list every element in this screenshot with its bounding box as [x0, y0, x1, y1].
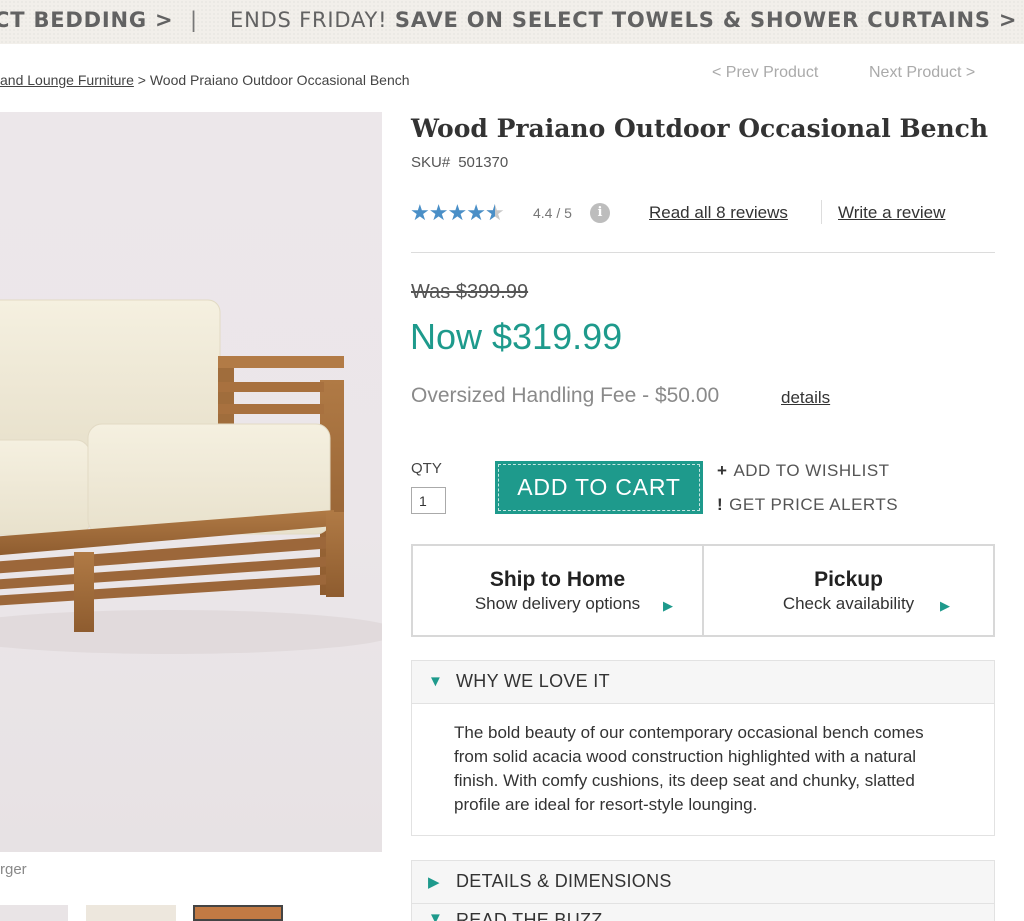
details-dimensions-section: ▶ DETAILS & DIMENSIONS — [411, 860, 995, 904]
handling-fee: Oversized Handling Fee - $50.00 — [411, 384, 720, 407]
half-star-icon: ★ — [485, 200, 505, 226]
review-divider — [821, 200, 822, 224]
plus-icon: + — [717, 461, 728, 480]
product-image[interactable] — [0, 112, 382, 852]
product-title: Wood Praiano Outdoor Occasional Bench — [411, 114, 989, 143]
ship-to-home-subtitle: Show delivery options — [474, 594, 641, 613]
price-alerts-link[interactable]: ! GET PRICE ALERTS — [717, 495, 898, 515]
thumbnail-2[interactable] — [86, 905, 176, 921]
price-alert-label: GET PRICE ALERTS — [729, 495, 899, 514]
qty-input[interactable] — [411, 487, 446, 514]
breadcrumb-current: Wood Praiano Outdoor Occasional Bench — [149, 72, 410, 88]
promo-banner[interactable]: CT BEDDING > | ENDS FRIDAY! SAVE ON SELE… — [0, 0, 1024, 44]
wishlist-label: ADD TO WISHLIST — [733, 461, 890, 480]
qty-label: QTY — [411, 460, 442, 477]
breadcrumb-parent-link[interactable]: and Lounge Furniture — [0, 72, 134, 88]
thumbnail-1[interactable] — [0, 905, 68, 921]
bench-illustration — [0, 299, 382, 654]
why-we-love-it-title: WHY WE LOVE IT — [456, 671, 610, 691]
read-the-buzz-header[interactable]: ▼ READ THE BUZZ — [412, 904, 994, 921]
was-price: Was $399.99 — [411, 281, 529, 303]
why-we-love-it-section: ▼ WHY WE LOVE IT The bold beauty of our … — [411, 660, 995, 836]
star-icon: ★ — [466, 200, 486, 225]
triangle-down-icon: ▼ — [428, 673, 443, 690]
why-we-love-it-body: The bold beauty of our contemporary occa… — [412, 703, 994, 835]
add-to-wishlist-link[interactable]: + ADD TO WISHLIST — [717, 461, 890, 481]
read-the-buzz-title: READ THE BUZZ — [456, 910, 603, 921]
read-reviews-link[interactable]: Read all 8 reviews — [649, 203, 788, 223]
sku-label: SKU# — [411, 154, 451, 171]
enlarge-hint: rger — [0, 861, 27, 878]
promo-bedding-link[interactable]: CT BEDDING > — [0, 8, 173, 32]
promo-offer[interactable]: ENDS FRIDAY! SAVE ON SELECT TOWELS & SHO… — [230, 8, 1017, 32]
pickup-option[interactable]: Pickup Check availability ▶ — [702, 546, 993, 635]
ship-to-home-option[interactable]: Ship to Home Show delivery options ▶ — [413, 546, 702, 635]
add-to-cart-button[interactable]: ADD TO CART — [495, 461, 703, 514]
details-dimensions-header[interactable]: ▶ DETAILS & DIMENSIONS — [412, 861, 994, 903]
sku-value: 501370 — [458, 154, 509, 171]
promo-separator: | — [190, 8, 198, 32]
info-icon[interactable]: i — [590, 203, 610, 223]
write-review-link[interactable]: Write a review — [838, 203, 945, 223]
rating-stars[interactable]: ★★★★★ — [410, 200, 505, 226]
promo-ends-text: ENDS FRIDAY! — [230, 8, 388, 32]
fee-details-link[interactable]: details — [781, 388, 830, 408]
thumbnail-3[interactable] — [193, 905, 283, 921]
divider — [411, 252, 995, 253]
triangle-right-icon: ▶ — [428, 874, 440, 891]
details-dimensions-title: DETAILS & DIMENSIONS — [456, 871, 672, 891]
alert-icon: ! — [717, 495, 724, 514]
ship-to-home-title: Ship to Home — [489, 568, 626, 591]
now-price: Now $319.99 — [410, 316, 623, 357]
play-arrow-icon: ▶ — [663, 598, 673, 613]
next-product-link[interactable]: Next Product > — [869, 64, 975, 82]
read-the-buzz-section: ▼ READ THE BUZZ — [411, 903, 995, 921]
prev-product-link[interactable]: < Prev Product — [712, 64, 818, 82]
star-icon: ★ — [428, 200, 449, 225]
play-arrow-icon: ▶ — [940, 598, 950, 613]
triangle-down-icon: ▼ — [428, 910, 443, 921]
star-icon: ★ — [447, 200, 467, 225]
breadcrumb: and Lounge Furniture > Wood Praiano Outd… — [0, 72, 410, 88]
star-icon: ★ — [410, 200, 430, 225]
promo-offer-link[interactable]: SAVE ON SELECT TOWELS & SHOWER CURTAINS … — [395, 8, 1017, 32]
breadcrumb-separator: > — [137, 72, 146, 88]
why-we-love-it-header[interactable]: ▼ WHY WE LOVE IT — [412, 661, 994, 703]
product-sku: SKU# 501370 — [411, 154, 508, 171]
rating-text: 4.4 / 5 — [533, 205, 572, 221]
fulfillment-options: Ship to Home Show delivery options ▶ Pic… — [411, 544, 995, 637]
pickup-title: Pickup — [814, 568, 883, 591]
